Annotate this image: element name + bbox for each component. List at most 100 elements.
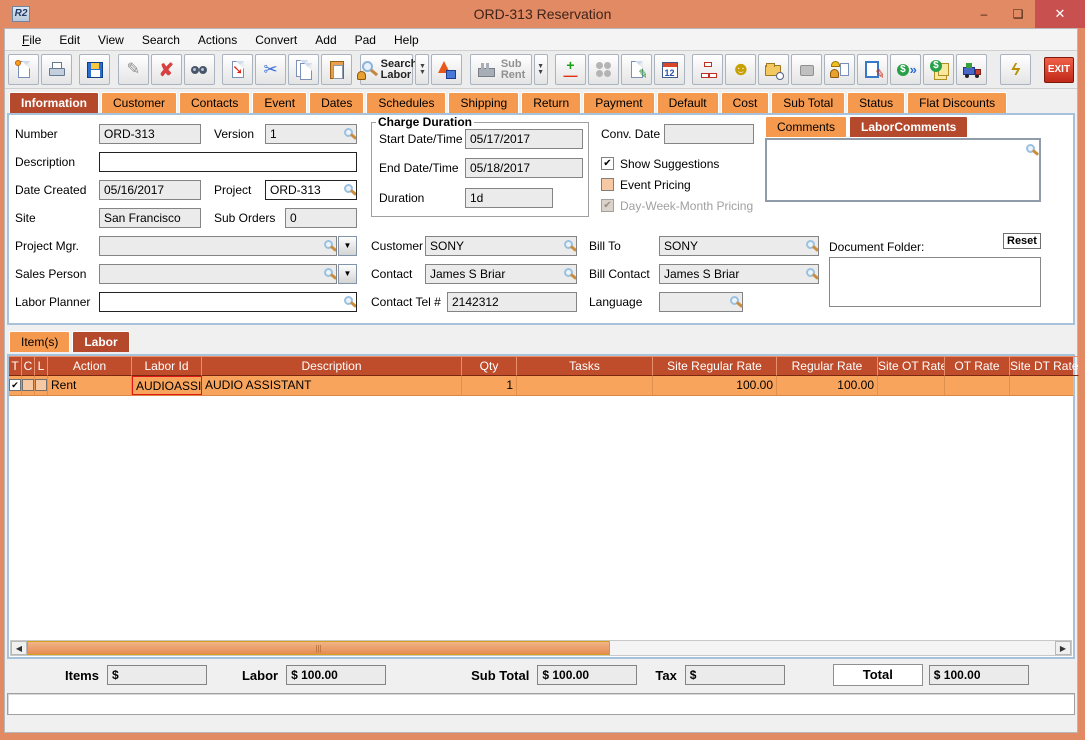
save-button[interactable] — [79, 54, 110, 85]
col-tasks[interactable]: Tasks — [517, 356, 653, 376]
sub-rent-button[interactable]: Sub Rent — [470, 54, 532, 85]
col-l[interactable]: L — [35, 356, 48, 376]
tasks-cell[interactable] — [517, 376, 653, 395]
search-labor-button[interactable]: SearchLabor — [360, 54, 414, 85]
project-mgr-dropdown[interactable]: ▼ — [338, 236, 357, 256]
date-created-field[interactable]: 05/16/2017 — [99, 180, 201, 200]
search-icon[interactable] — [324, 240, 333, 249]
exit-button[interactable]: EXIT — [1044, 57, 1074, 83]
conv-date-field[interactable] — [664, 124, 754, 144]
col-site-ot-rate[interactable]: Site OT Rate — [878, 356, 945, 376]
show-suggestions-checkbox[interactable]: ✔ — [601, 157, 614, 170]
event-pricing-checkbox[interactable] — [601, 178, 614, 191]
new-document-button[interactable] — [8, 54, 39, 85]
col-qty[interactable]: Qty — [462, 356, 517, 376]
total-field[interactable]: $ 100.00 — [929, 665, 1029, 685]
menu-file[interactable]: File — [13, 31, 50, 49]
dollar-transfer-button[interactable]: $» — [890, 54, 921, 85]
end-date-field[interactable]: 05/18/2017 — [465, 158, 583, 178]
col-action[interactable]: Action — [48, 356, 132, 376]
cut-button[interactable]: ✂ — [255, 54, 286, 85]
suggestions-button[interactable] — [588, 54, 619, 85]
items-total-field[interactable]: $ — [107, 665, 207, 685]
grid-row[interactable]: ✔ Rent AUDIOASSI... AUDIO ASSISTANT 1 10… — [9, 376, 1073, 396]
search-icon[interactable] — [564, 268, 573, 277]
find-button[interactable] — [184, 54, 215, 85]
number-field[interactable]: ORD-313 — [99, 124, 201, 144]
description-field[interactable] — [99, 152, 357, 172]
description-cell[interactable]: AUDIO ASSISTANT — [202, 376, 462, 395]
project-field[interactable]: ORD-313 — [265, 180, 357, 200]
tab-payment[interactable]: Payment — [583, 92, 654, 113]
search-icon[interactable] — [806, 268, 815, 277]
site-ot-rate-cell[interactable] — [878, 376, 945, 395]
labor-id-cell[interactable]: AUDIOASSI... — [132, 376, 202, 395]
menu-help[interactable]: Help — [385, 31, 428, 49]
t-cell[interactable]: ✔ — [9, 376, 22, 395]
menu-pad[interactable]: Pad — [346, 31, 385, 49]
bill-to-field[interactable]: SONY — [659, 236, 819, 256]
tab-items[interactable]: Item(s) — [9, 331, 70, 352]
sub-orders-field[interactable]: 0 — [285, 208, 357, 228]
col-ot-rate[interactable]: OT Rate — [945, 356, 1010, 376]
scroll-right-icon[interactable]: ▶ — [1055, 641, 1071, 655]
unchecked-checkbox[interactable] — [35, 379, 47, 391]
menu-edit[interactable]: Edit — [50, 31, 89, 49]
search-icon[interactable] — [1026, 144, 1035, 153]
tab-shipping[interactable]: Shipping — [448, 92, 519, 113]
shapes-button[interactable] — [431, 54, 462, 85]
smiley-button[interactable]: ☻ — [725, 54, 756, 85]
labor-comments-box[interactable] — [765, 138, 1041, 202]
tab-cost[interactable]: Cost — [721, 92, 770, 113]
menu-search[interactable]: Search — [133, 31, 189, 49]
sub-total-field[interactable]: $ 100.00 — [537, 665, 637, 685]
scroll-left-icon[interactable]: ◀ — [11, 641, 27, 655]
version-field[interactable]: 1 — [265, 124, 357, 144]
contact-field[interactable]: James S Briar — [425, 264, 577, 284]
dollar-notes-button[interactable]: $ — [923, 54, 954, 85]
calendar-button[interactable]: 12 — [654, 54, 685, 85]
package-button[interactable] — [791, 54, 822, 85]
customer-field[interactable]: SONY — [425, 236, 577, 256]
minimize-button[interactable]: – — [967, 0, 1001, 28]
close-button[interactable]: ✕ — [1035, 0, 1085, 28]
bill-contact-field[interactable]: James S Briar — [659, 264, 819, 284]
col-c[interactable]: C — [22, 356, 35, 376]
c-cell[interactable] — [22, 376, 35, 395]
col-description[interactable]: Description — [202, 356, 462, 376]
labor-total-field[interactable]: $ 100.00 — [286, 665, 386, 685]
ot-rate-cell[interactable] — [945, 376, 1010, 395]
site-field[interactable]: San Francisco — [99, 208, 201, 228]
tab-information[interactable]: Information — [9, 92, 99, 113]
tax-field[interactable]: $ — [685, 665, 785, 685]
tab-return[interactable]: Return — [521, 92, 581, 113]
menu-actions[interactable]: Actions — [189, 31, 246, 49]
search-icon[interactable] — [344, 128, 353, 137]
unchecked-checkbox[interactable] — [22, 379, 34, 391]
delete-button[interactable]: ✘ — [151, 54, 182, 85]
add-remove-button[interactable]: +— — [555, 54, 586, 85]
sub-rent-dropdown[interactable]: ▼▼ — [534, 54, 548, 85]
folder-history-button[interactable] — [758, 54, 789, 85]
col-t[interactable]: T — [9, 356, 22, 376]
search-icon[interactable] — [344, 184, 353, 193]
quick-action-button[interactable]: ϟ — [1000, 54, 1031, 85]
tab-labor-comments[interactable]: LaborComments — [849, 116, 968, 137]
project-mgr-field[interactable] — [99, 236, 337, 256]
tab-schedules[interactable]: Schedules — [366, 92, 446, 113]
qty-cell[interactable]: 1 — [462, 376, 517, 395]
delivery-button[interactable] — [956, 54, 987, 85]
menu-add[interactable]: Add — [306, 31, 345, 49]
document-folder-box[interactable] — [829, 257, 1041, 307]
search-icon[interactable] — [344, 296, 353, 305]
tab-sub-total[interactable]: Sub Total — [771, 92, 845, 113]
paste-button[interactable] — [321, 54, 352, 85]
tab-flat-discounts[interactable]: Flat Discounts — [907, 92, 1007, 113]
print-button[interactable] — [41, 54, 72, 85]
site-regular-rate-cell[interactable]: 100.00 — [653, 376, 777, 395]
col-regular-rate[interactable]: Regular Rate — [777, 356, 878, 376]
labor-planner-field[interactable] — [99, 292, 357, 312]
tab-contacts[interactable]: Contacts — [179, 92, 250, 113]
col-labor-id[interactable]: Labor Id — [132, 356, 202, 376]
col-site-regular-rate[interactable]: Site Regular Rate — [653, 356, 777, 376]
